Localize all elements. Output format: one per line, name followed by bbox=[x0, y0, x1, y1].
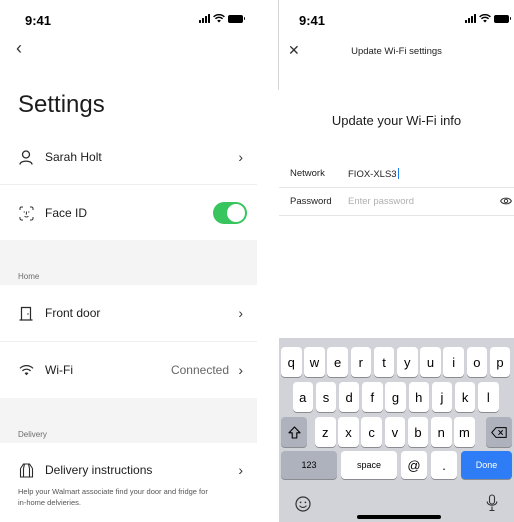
network-label: Network bbox=[290, 168, 325, 179]
key-o[interactable]: o bbox=[466, 347, 488, 377]
wifi-status: Connected bbox=[170, 363, 229, 377]
network-input[interactable]: FIOX-XLS3 bbox=[348, 168, 399, 180]
front-door-label: Front door bbox=[45, 306, 101, 320]
signal-icon bbox=[199, 14, 210, 23]
back-chevron-icon[interactable]: ‹ bbox=[16, 38, 22, 59]
nav-title: Update Wi-Fi settings bbox=[351, 46, 442, 57]
key-m[interactable]: m bbox=[454, 417, 475, 447]
key-h[interactable]: h bbox=[408, 382, 429, 412]
signal-icon bbox=[465, 14, 476, 23]
section-label-home: Home bbox=[18, 272, 40, 281]
face-id-label: Face ID bbox=[45, 206, 88, 220]
status-bar: 9:41 bbox=[0, 0, 257, 40]
chevron-right-icon: › bbox=[238, 362, 243, 378]
status-bar: 9:41 bbox=[279, 0, 514, 40]
delivery-instructions-row[interactable]: Delivery instructions › bbox=[0, 453, 257, 487]
key-i[interactable]: i bbox=[443, 347, 464, 377]
dot-key[interactable]: . bbox=[431, 451, 457, 479]
wifi-status-icon bbox=[479, 14, 491, 23]
settings-screen: 9:41 ‹ Settings Sarah Holt › Face ID Hom… bbox=[0, 0, 257, 522]
wifi-label: Wi-Fi bbox=[45, 363, 73, 377]
emoji-icon[interactable] bbox=[295, 496, 311, 512]
backspace-icon bbox=[491, 426, 507, 438]
password-field[interactable]: Password Enter password bbox=[279, 188, 514, 214]
chevron-right-icon: › bbox=[238, 149, 243, 165]
key-t[interactable]: t bbox=[373, 347, 395, 377]
profile-name: Sarah Holt bbox=[45, 150, 102, 164]
section-label-delivery: Delivery bbox=[18, 430, 47, 439]
key-q[interactable]: q bbox=[281, 347, 302, 377]
shift-arrow-icon bbox=[287, 425, 301, 439]
key-k[interactable]: k bbox=[454, 382, 476, 412]
home-section-header: Home bbox=[0, 240, 257, 285]
network-field[interactable]: Network FIOX-XLS3 bbox=[279, 160, 514, 186]
key-n[interactable]: n bbox=[431, 417, 452, 447]
chevron-right-icon: › bbox=[238, 462, 243, 478]
wifi-row[interactable]: Wi-Fi Connected › bbox=[0, 353, 257, 387]
person-icon bbox=[18, 149, 34, 165]
backspace-key[interactable] bbox=[486, 417, 512, 447]
key-j[interactable]: j bbox=[431, 382, 453, 412]
box-icon bbox=[18, 462, 34, 478]
key-d[interactable]: d bbox=[338, 382, 360, 412]
page-heading: Update your Wi-Fi info bbox=[331, 113, 462, 128]
wifi-settings-screen: 9:41 ✕ Update Wi-Fi settings Update your… bbox=[279, 0, 514, 522]
status-icons bbox=[465, 14, 511, 23]
face-id-toggle[interactable] bbox=[213, 202, 247, 224]
chevron-right-icon: › bbox=[238, 305, 243, 321]
home-indicator bbox=[357, 515, 441, 519]
key-b[interactable]: b bbox=[407, 417, 429, 447]
password-label: Password bbox=[290, 196, 332, 207]
key-c[interactable]: c bbox=[361, 417, 382, 447]
network-value: FIOX-XLS3 bbox=[348, 169, 397, 180]
page-title: Settings bbox=[18, 91, 105, 118]
key-w[interactable]: w bbox=[304, 347, 325, 377]
delivery-section-header: Delivery bbox=[0, 398, 257, 443]
battery-icon bbox=[228, 14, 245, 23]
shift-key[interactable] bbox=[281, 417, 307, 447]
key-s[interactable]: s bbox=[315, 382, 337, 412]
key-e[interactable]: e bbox=[327, 347, 348, 377]
key-v[interactable]: v bbox=[384, 417, 406, 447]
delivery-instructions-label: Delivery instructions bbox=[45, 463, 153, 477]
key-u[interactable]: u bbox=[420, 347, 441, 377]
status-time: 9:41 bbox=[299, 13, 326, 28]
key-r[interactable]: r bbox=[350, 347, 372, 377]
key-f[interactable]: f bbox=[362, 382, 383, 412]
password-input[interactable]: Enter password bbox=[348, 196, 414, 207]
profile-row[interactable]: Sarah Holt › bbox=[0, 140, 257, 174]
face-id-icon bbox=[18, 205, 34, 221]
text-caret bbox=[397, 168, 399, 179]
show-password-eye-icon[interactable] bbox=[500, 195, 512, 207]
key-g[interactable]: g bbox=[385, 382, 406, 412]
wifi-icon bbox=[18, 362, 34, 378]
status-time: 9:41 bbox=[25, 13, 52, 28]
done-key[interactable]: Done bbox=[461, 451, 512, 479]
front-door-row[interactable]: Front door › bbox=[0, 296, 257, 330]
key-p[interactable]: p bbox=[489, 347, 511, 377]
wifi-status-icon bbox=[213, 14, 225, 23]
battery-icon bbox=[494, 14, 511, 23]
status-icons bbox=[199, 14, 245, 23]
door-icon bbox=[18, 305, 34, 321]
divider bbox=[0, 341, 257, 342]
numbers-key[interactable]: 123 bbox=[281, 451, 337, 479]
divider bbox=[279, 215, 514, 216]
key-l[interactable]: l bbox=[478, 382, 499, 412]
key-x[interactable]: x bbox=[338, 417, 359, 447]
key-y[interactable]: y bbox=[397, 347, 418, 377]
key-z[interactable]: z bbox=[315, 417, 336, 447]
face-id-row: Face ID bbox=[0, 196, 257, 230]
at-key[interactable]: @ bbox=[401, 451, 427, 479]
microphone-icon[interactable] bbox=[486, 494, 498, 512]
key-a[interactable]: a bbox=[292, 382, 313, 412]
divider bbox=[0, 184, 257, 185]
space-key[interactable]: space bbox=[341, 451, 397, 479]
delivery-description: Help your Walmart associate find your do… bbox=[18, 487, 208, 507]
keyboard: qwertyuiop asdfghjkl zxcvbnm 123 space @… bbox=[279, 338, 514, 522]
